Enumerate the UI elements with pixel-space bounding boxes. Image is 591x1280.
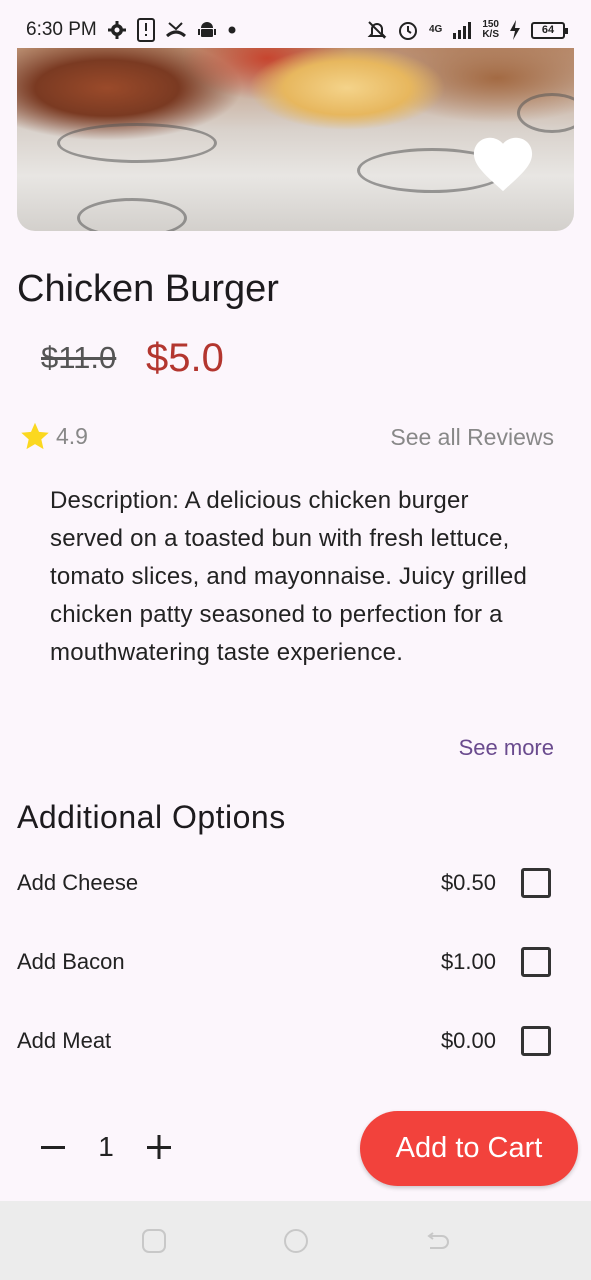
rating-value: 4.9 [56,423,88,449]
star-icon [21,422,49,450]
gear-icon [107,20,127,40]
net-speed-unit: K/S [482,29,499,40]
minus-icon [41,1146,65,1149]
decrease-quantity-button[interactable] [38,1127,68,1167]
heart-icon [473,137,533,192]
network-label: 4G [428,24,443,35]
back-button[interactable] [422,1225,454,1257]
see-more-link[interactable]: See more [459,735,554,761]
bell-off-icon [367,20,387,40]
battery-level: 64 [541,24,555,36]
quantity-value: 1 [98,1131,114,1162]
android-icon [197,20,217,40]
option-checkbox-bacon[interactable] [521,947,551,977]
options-title: Additional Options [17,799,286,835]
wrapper-print [517,93,574,133]
status-left: 6:30 PM [26,18,237,42]
option-checkbox-cheese[interactable] [521,868,551,898]
option-checkbox-meat[interactable] [521,1026,551,1056]
product-description: Description: A delicious chicken burger … [50,487,528,666]
old-price: $11.0 [41,340,117,375]
network-type: 4G [429,25,442,35]
quantity-stepper: 1 [38,1127,174,1167]
option-price: $1.00 [440,949,496,974]
status-time: 6:30 PM [26,19,97,40]
see-all-reviews-link[interactable]: See all Reviews [390,424,554,451]
dot-icon [227,25,237,35]
recents-button[interactable] [138,1225,170,1257]
favorite-button[interactable] [468,128,538,194]
net-speed: 150 K/S [482,20,499,40]
rating: 4.9 [18,420,88,453]
option-price: $0.50 [440,870,496,895]
option-price: $0.00 [440,1028,496,1053]
charging-icon [509,20,521,40]
option-row-cheese: Add Cheese $0.50 [17,863,557,903]
system-nav-bar [0,1201,591,1280]
product-image [17,48,574,231]
battery-icon: 64 [531,21,568,39]
square-icon [141,1228,166,1253]
wrapper-print [77,198,187,231]
option-row-bacon: Add Bacon $1.00 [17,942,557,982]
plus-icon [147,1135,171,1159]
missed-call-icon [165,20,187,40]
option-label: Add Meat [17,1028,112,1053]
alarm-icon [397,19,419,41]
circle-icon [283,1228,308,1253]
signal-icon [452,21,472,39]
add-to-cart-button[interactable]: Add to Cart [360,1111,578,1186]
product-title: Chicken Burger [17,268,279,310]
option-row-meat: Add Meat $0.00 [17,1021,557,1061]
option-label: Add Bacon [17,949,125,974]
status-right: 4G 150 K/S 64 [367,19,568,41]
increase-quantity-button[interactable] [144,1127,174,1167]
back-icon [426,1231,449,1249]
option-label: Add Cheese [17,870,139,895]
home-button[interactable] [280,1225,312,1257]
new-price: $5.0 [146,336,224,380]
sim-alert-icon [136,18,155,42]
wrapper-print [57,123,217,163]
